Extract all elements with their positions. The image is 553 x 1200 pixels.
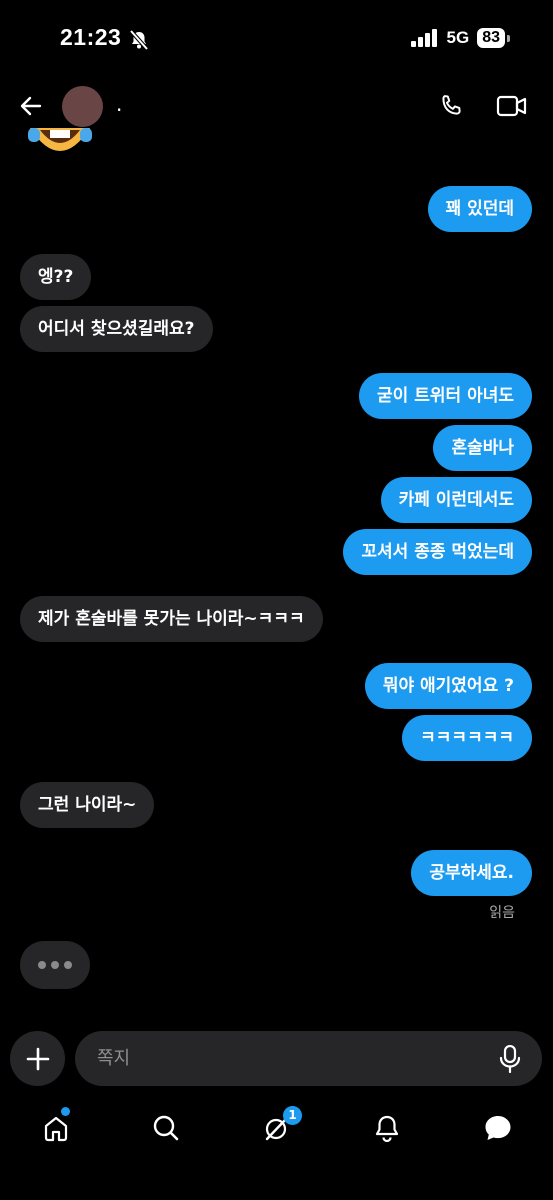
bottom-navigation: [0, 1100, 553, 1160]
phone-icon[interactable]: [437, 92, 465, 120]
bell-muted-icon: [129, 29, 149, 51]
network-type: 5G: [446, 28, 470, 47]
typing-indicator: [20, 941, 90, 989]
message-bubble-sent[interactable]: 굳이 트위터 아녀도: [359, 373, 532, 419]
message-bubble-sent[interactable]: 꽤 있던데: [427, 186, 532, 232]
message-bubble-sent[interactable]: 공부하세요.: [411, 850, 532, 896]
video-call-icon[interactable]: [496, 93, 528, 119]
plus-icon: [26, 1047, 49, 1070]
microphone-icon[interactable]: [498, 1045, 522, 1073]
typing-dot: [38, 961, 46, 969]
message-input[interactable]: 쪽지: [75, 1031, 542, 1086]
messages-icon: [485, 1116, 511, 1140]
grok-badge: 1: [283, 1106, 302, 1125]
conversation-username[interactable]: .: [116, 92, 122, 116]
nav-messages[interactable]: [478, 1108, 518, 1148]
back-arrow-icon[interactable]: [18, 93, 44, 119]
signal-icon: [410, 29, 437, 47]
message-bubble-sent[interactable]: 뭐야 애기였어요 ?: [364, 663, 532, 709]
crying-emoji-icon: [28, 128, 92, 151]
typing-dot: [64, 961, 72, 969]
bell-icon: [375, 1115, 399, 1142]
message-bubble-received[interactable]: 어디서 찾으셨길래요?: [20, 306, 213, 352]
battery-level: 83: [477, 28, 510, 48]
message-bubble-received[interactable]: 제가 혼술바를 못가는 나이라~ㅋㅋㅋ: [20, 596, 323, 642]
nav-notifications[interactable]: [367, 1108, 407, 1148]
message-input-placeholder: 쪽지: [97, 1048, 131, 1069]
message-bubble-sent[interactable]: 혼술바나: [433, 425, 532, 471]
home-icon: [44, 1116, 68, 1142]
nav-search[interactable]: [146, 1108, 186, 1148]
read-receipt: 읽음: [489, 905, 515, 921]
add-attachment-button[interactable]: [10, 1031, 65, 1086]
message-bubble-received[interactable]: 엥??: [20, 254, 92, 300]
home-notification-dot: [61, 1107, 70, 1116]
status-time: 21:23: [60, 24, 122, 50]
message-bubble-sent[interactable]: 카페 이런데서도: [380, 477, 532, 523]
search-icon: [153, 1115, 179, 1141]
message-bubble-sent[interactable]: 꼬셔서 종종 먹었는데: [343, 529, 532, 575]
status-indicators: 5G 83: [410, 28, 510, 48]
message-bubble-sent[interactable]: ㅋㅋㅋㅋㅋㅋ: [402, 715, 532, 761]
message-bubble-received[interactable]: 그런 나이라~: [20, 782, 155, 828]
typing-dot: [51, 961, 59, 969]
nav-home[interactable]: [36, 1108, 76, 1148]
